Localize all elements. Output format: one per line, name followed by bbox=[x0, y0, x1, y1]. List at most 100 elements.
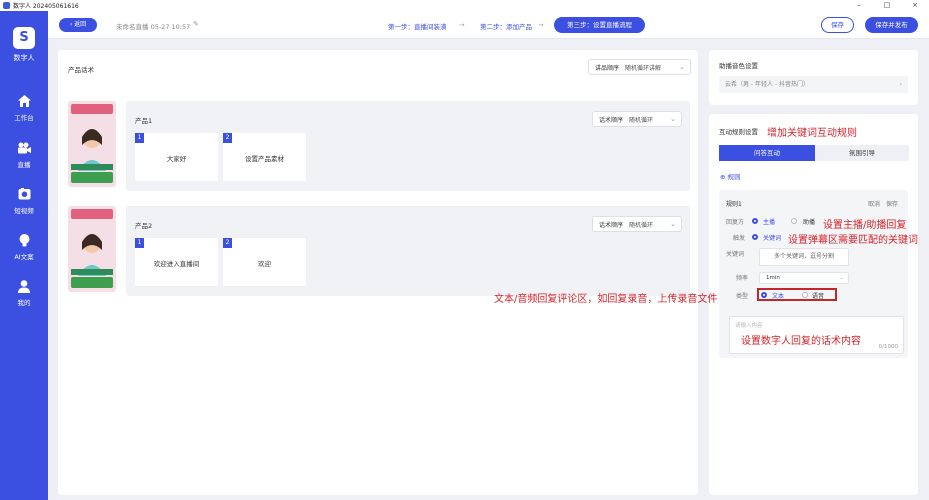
chevron-down-icon: ⌄ bbox=[670, 220, 676, 228]
annotation-add-keyword-rule: 增加关键词互动规则 bbox=[767, 128, 857, 139]
product-card: 产品2 话术顺序 随机循环 ⌄ 1 欢迎进入直播间 2 欢迎 bbox=[68, 206, 690, 296]
step-2[interactable]: 第二步：添加产品 bbox=[480, 21, 532, 31]
window-titlebar: 数字人 202405061616 – □ × bbox=[0, 0, 929, 11]
script-item[interactable]: 2 设置产品素材 bbox=[223, 133, 306, 181]
plus-circle-icon: ⊕ bbox=[720, 173, 726, 181]
live-name: 未命名直播 05-27 10:57 bbox=[116, 23, 191, 31]
rule-name: 规则1 bbox=[726, 201, 742, 208]
product-name: 产品2 bbox=[135, 222, 153, 230]
tab-atmosphere-guide[interactable]: 氛围引导 bbox=[815, 145, 909, 161]
annotation-reply-content: 设置数字人回复的话术内容 bbox=[741, 336, 861, 347]
tab-qa-interaction[interactable]: 问答互动 bbox=[719, 145, 815, 161]
sidebar-item-label: AI文案 bbox=[14, 253, 34, 261]
product-script-card: 产品2 话术顺序 随机循环 ⌄ 1 欢迎进入直播间 2 欢迎 bbox=[126, 206, 690, 296]
reply-label: 回复方 bbox=[726, 219, 745, 226]
minimize-button[interactable]: – bbox=[845, 0, 873, 11]
interaction-rules-panel: 互动规则设置 问答互动 氛围引导 ⊕ 规则 规则1 取消 保存 回复方 主播 助… bbox=[709, 114, 918, 495]
script-number: 1 bbox=[135, 133, 144, 143]
type-voice-radio[interactable] bbox=[802, 292, 808, 298]
frequency-select[interactable]: 1min ⌄ bbox=[759, 272, 849, 284]
reply-assistant-radio[interactable] bbox=[791, 218, 797, 224]
save-publish-button[interactable]: 保存并发布 bbox=[865, 17, 918, 33]
sidebar-item-label: 短视频 bbox=[14, 207, 34, 215]
voice-title: 助播音色设置 bbox=[719, 62, 758, 70]
save-button[interactable]: 保存 bbox=[821, 17, 854, 33]
bulb-icon bbox=[17, 233, 31, 247]
sidebar-item-ai-copy[interactable]: AI文案 bbox=[0, 233, 48, 261]
type-text-radio[interactable] bbox=[761, 292, 767, 298]
annotation-set-reply-side: 设置主播/助播回复 bbox=[823, 220, 907, 231]
step-3[interactable]: 第三步：设置直播流程 bbox=[554, 17, 645, 33]
textarea-placeholder: 请输入内容 bbox=[735, 323, 763, 329]
product-thumbnail[interactable] bbox=[68, 101, 116, 187]
script-order-select[interactable]: 话术顺序 随机循环 ⌄ bbox=[592, 111, 682, 127]
maximize-button[interactable]: □ bbox=[873, 0, 901, 11]
reply-anchor-radio[interactable] bbox=[752, 218, 758, 224]
sidebar-item-live[interactable]: 直播 bbox=[0, 141, 48, 169]
script-text: 欢迎进入直播间 bbox=[153, 260, 200, 268]
voice-settings-panel: 助播音色设置 云希（男 - 年轻人 - 抖音热门） › bbox=[709, 50, 918, 105]
home-icon bbox=[17, 94, 31, 108]
reply-assistant-label: 助播 bbox=[803, 219, 816, 226]
product-thumbnail[interactable] bbox=[68, 206, 116, 292]
product-script-panel: 产品话术 讲品顺序 随机循环讲解 ⌄ 产品1 话术顺序 随机循环 ⌄ 1 大家好… bbox=[58, 50, 698, 495]
sidebar-item-mine[interactable]: 我的 bbox=[0, 279, 48, 307]
sidebar-item-workbench[interactable]: 工作台 bbox=[0, 94, 48, 122]
annotation-set-keywords: 设置弹幕区需要匹配的关键词 bbox=[788, 235, 918, 246]
close-button[interactable]: × bbox=[901, 0, 929, 11]
product-script-card: 产品1 话术顺序 随机循环 ⌄ 1 大家好 2 设置产品素材 bbox=[126, 101, 690, 191]
back-button[interactable]: ‹ 返回 bbox=[59, 18, 97, 32]
step-arrow-icon: → bbox=[538, 21, 544, 29]
chevron-down-icon: ⌄ bbox=[679, 63, 685, 71]
add-rule-button[interactable]: ⊕ 规则 bbox=[720, 171, 741, 181]
type-label: 类型 bbox=[736, 293, 749, 300]
video-icon bbox=[17, 187, 31, 201]
chevron-down-icon: ⌄ bbox=[839, 275, 844, 281]
trigger-keyword-radio[interactable] bbox=[752, 234, 758, 240]
script-item[interactable]: 2 欢迎 bbox=[223, 238, 306, 286]
trigger-keyword-label: 关键词 bbox=[763, 235, 782, 242]
char-counter: 0/1000 bbox=[878, 344, 898, 350]
reply-anchor-label: 主播 bbox=[763, 219, 776, 226]
sidebar-item-shortvideo[interactable]: 短视频 bbox=[0, 187, 48, 215]
logo-text: 数字人 bbox=[13, 54, 35, 62]
rule-save-button[interactable]: 保存 bbox=[886, 199, 898, 208]
keyword-input[interactable]: 多个关键词，逗号分割 bbox=[759, 248, 849, 266]
edit-icon[interactable]: ✎ bbox=[193, 20, 199, 28]
script-order-select[interactable]: 话术顺序 随机循环 ⌄ bbox=[592, 216, 682, 232]
script-text: 大家好 bbox=[166, 155, 187, 163]
sidebar-item-label: 我的 bbox=[17, 299, 31, 307]
frequency-label: 频率 bbox=[736, 275, 749, 282]
script-number: 2 bbox=[223, 133, 232, 143]
panel-title: 产品话术 bbox=[68, 66, 94, 74]
script-text: 设置产品素材 bbox=[245, 155, 284, 163]
script-text: 欢迎 bbox=[258, 260, 271, 268]
app-icon bbox=[3, 2, 10, 9]
step-1[interactable]: 第一步：直播间装潢 bbox=[388, 21, 447, 31]
interact-title: 互动规则设置 bbox=[719, 128, 758, 136]
window-title: 数字人 202405061616 bbox=[13, 3, 79, 10]
sidebar: S 数字人 工作台 直播 短视频 AI文案 我的 bbox=[0, 11, 48, 500]
script-number: 1 bbox=[135, 238, 144, 248]
logo: S 数字人 bbox=[0, 27, 48, 63]
product-card: 产品1 话术顺序 随机循环 ⌄ 1 大家好 2 设置产品素材 bbox=[68, 101, 690, 191]
annotation-reply-type: 文本/音频回复评论区，如回复录音，上传录音文件 bbox=[494, 294, 718, 305]
logo-icon: S bbox=[13, 27, 35, 49]
window-controls: – □ × bbox=[845, 0, 929, 11]
script-item[interactable]: 1 大家好 bbox=[135, 133, 218, 181]
product-order-select[interactable]: 讲品顺序 随机循环讲解 ⌄ bbox=[588, 59, 691, 75]
type-voice-label: 语音 bbox=[812, 293, 825, 300]
script-number: 2 bbox=[223, 238, 232, 248]
type-highlight-box bbox=[757, 288, 837, 301]
camera-icon bbox=[17, 141, 31, 155]
voice-select[interactable]: 云希（男 - 年轻人 - 抖音热门） › bbox=[719, 76, 908, 93]
script-item[interactable]: 1 欢迎进入直播间 bbox=[135, 238, 218, 286]
user-icon bbox=[17, 279, 31, 293]
keyword-label: 关键词 bbox=[726, 251, 745, 258]
product-name: 产品1 bbox=[135, 117, 153, 125]
chevron-right-icon: › bbox=[899, 81, 902, 88]
step-arrow-icon: → bbox=[459, 21, 465, 29]
rule-cancel-button[interactable]: 取消 bbox=[868, 199, 880, 208]
sidebar-item-label: 直播 bbox=[17, 161, 31, 169]
top-bar: ‹ 返回 未命名直播 05-27 10:57 ✎ 第一步：直播间装潢 → 第二步… bbox=[48, 11, 929, 39]
